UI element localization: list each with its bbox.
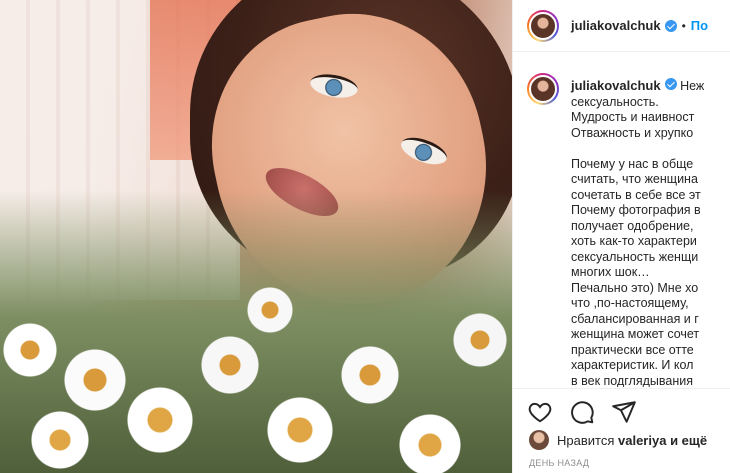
- follow-button[interactable]: По: [691, 18, 708, 33]
- action-bar: [513, 388, 730, 434]
- likes-more-link[interactable]: и ещё: [670, 433, 707, 448]
- caption-line: Печально это) Мне хо: [571, 280, 699, 295]
- caption-line: практически все отте: [571, 342, 694, 357]
- photo-daisies: [0, 190, 512, 473]
- caption-username[interactable]: juliakovalchuk: [571, 78, 661, 93]
- caption-line: сбалансированная и г: [571, 311, 699, 326]
- post-photo[interactable]: [0, 0, 512, 473]
- follow-separator: •: [681, 18, 686, 33]
- post-timestamp[interactable]: ДЕНЬ НАЗАД: [529, 458, 589, 468]
- caption-line: что ,по-настоящему,: [571, 296, 689, 310]
- avatar[interactable]: [527, 9, 559, 42]
- caption-line: сочетать в себе все эт: [571, 187, 701, 202]
- verified-badge-icon: [664, 19, 677, 32]
- caption-line: в век подглядывания: [571, 373, 693, 388]
- caption-line: Почему фотография в: [571, 203, 701, 217]
- liker-username[interactable]: valeriya: [618, 433, 666, 448]
- post-side-panel: juliakovalchuk • По juliakovalchuk Неж с…: [512, 0, 730, 473]
- caption-line: хоть как-то характери: [571, 234, 697, 248]
- caption-line: женщина может сочет: [571, 327, 700, 341]
- caption-avatar[interactable]: [527, 73, 559, 105]
- caption-line: сексуальность.: [571, 94, 659, 109]
- caption-line: характеристик. И кол: [571, 358, 694, 372]
- caption-line: Почему у нас в обще: [571, 156, 694, 171]
- caption-text: juliakovalchuk Неж сексуальность. Мудрос…: [571, 78, 704, 387]
- caption-line: считать, что женщина: [571, 172, 698, 186]
- header-username[interactable]: juliakovalchuk: [571, 18, 661, 33]
- likes-prefix: Нравится: [557, 432, 615, 448]
- caption-verified-badge-icon: [664, 78, 677, 90]
- heart-icon[interactable]: [527, 399, 553, 425]
- caption-line: Неж: [680, 79, 705, 93]
- post-header: juliakovalchuk • По: [513, 0, 730, 52]
- caption-line: Отважность и хрупко: [571, 125, 694, 140]
- likes-row: Нравится valeriya и ещё: [529, 430, 707, 450]
- comments-scroll-area[interactable]: juliakovalchuk Неж сексуальность. Мудрос…: [513, 65, 730, 387]
- caption-line: многих шок…: [571, 265, 650, 279]
- caption-line: сексуальность женщи: [571, 249, 699, 264]
- liker-avatar[interactable]: [529, 430, 549, 450]
- caption-line: получает одобрение,: [571, 218, 694, 233]
- caption-line: Мудрость и наивност: [571, 110, 695, 124]
- caption-row: juliakovalchuk Неж сексуальность. Мудрос…: [527, 65, 730, 387]
- comment-icon[interactable]: [569, 399, 595, 425]
- paper-plane-icon[interactable]: [611, 399, 637, 425]
